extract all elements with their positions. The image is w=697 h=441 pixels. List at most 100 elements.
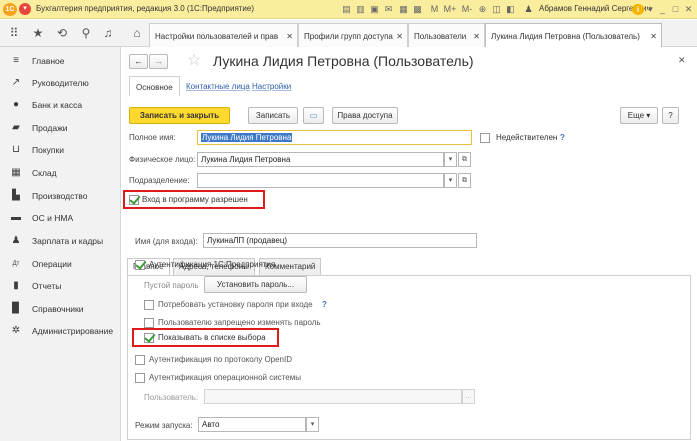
sidebar-item-reports[interactable]: ▮ Отчеты bbox=[0, 276, 121, 298]
main-menu-icon[interactable]: ▾ bbox=[19, 3, 31, 15]
invalid-checkbox[interactable] bbox=[480, 133, 490, 143]
launch-mode-select[interactable]: Авто bbox=[198, 417, 306, 432]
settings-link[interactable]: Настройки bbox=[252, 82, 291, 91]
comment-icon[interactable]: ▭ bbox=[303, 107, 324, 124]
sidebar-item-label: Справочники bbox=[32, 304, 84, 314]
info-icon[interactable]: i bbox=[632, 4, 644, 15]
memory-plus-button[interactable]: M+ bbox=[443, 4, 457, 15]
close-tab-icon[interactable]: ✕ bbox=[473, 32, 480, 41]
sidebar-item-operations[interactable]: Дт Операции bbox=[0, 254, 121, 276]
memory-minus-button[interactable]: M- bbox=[461, 4, 473, 15]
user-icon: ♟ bbox=[524, 4, 533, 14]
sidebar-item-sales[interactable]: ▰ Продажи bbox=[0, 118, 121, 140]
person-dropdown-icon[interactable]: ▾ bbox=[444, 152, 457, 167]
auth-1c-checkbox[interactable] bbox=[135, 260, 145, 270]
forward-button[interactable]: → bbox=[149, 54, 168, 69]
bag-icon: ▰ bbox=[12, 122, 20, 133]
auth-openid-checkbox[interactable] bbox=[135, 355, 145, 365]
close-icon[interactable]: ✕ bbox=[683, 4, 694, 15]
sidebar-item-production[interactable]: ▙ Производство bbox=[0, 186, 121, 208]
person-field[interactable]: Лукина Лидия Петровна bbox=[197, 152, 444, 167]
login-allowed-checkbox[interactable] bbox=[129, 195, 139, 205]
sidebar-item-label: Администрирование bbox=[32, 326, 114, 336]
invalid-label: Недействителен bbox=[496, 133, 558, 142]
set-password-button[interactable]: Установить пароль... bbox=[204, 276, 307, 293]
tab-access-profiles[interactable]: Профили групп доступа ✕ bbox=[298, 23, 408, 47]
require-password-checkbox[interactable] bbox=[144, 300, 154, 310]
close-tab-icon[interactable]: ✕ bbox=[286, 32, 293, 41]
dropdown-icon[interactable]: ▾ bbox=[645, 4, 656, 15]
tab-user-settings[interactable]: Настройки пользователей и прав ✕ bbox=[149, 23, 298, 47]
back-button[interactable]: ← bbox=[129, 54, 148, 69]
sidebar-item-bank[interactable]: ● Банк и касса bbox=[0, 95, 121, 117]
save-icon[interactable]: ▣ bbox=[369, 4, 380, 15]
calendar-icon[interactable]: ▦ bbox=[398, 4, 409, 15]
memory-m-button[interactable]: M bbox=[430, 4, 439, 15]
save-and-close-button[interactable]: Записать и закрыть bbox=[129, 107, 230, 124]
close-tab-icon[interactable]: ✕ bbox=[396, 32, 403, 41]
login-name-field[interactable]: ЛукинаЛП (продавец) bbox=[203, 233, 477, 248]
cart-icon: ⊔ bbox=[12, 144, 20, 155]
launch-mode-dropdown-icon[interactable]: ▾ bbox=[306, 417, 319, 432]
launch-mode-label: Режим запуска: bbox=[135, 421, 193, 430]
sidebar-item-catalogs[interactable]: ▉ Справочники bbox=[0, 299, 121, 321]
person-open-icon[interactable]: ⧉ bbox=[458, 152, 471, 167]
contacts-link[interactable]: Контактные лица bbox=[186, 82, 250, 91]
favorites-icon[interactable]: ★ bbox=[29, 25, 47, 41]
sidebar-item-label: Руководителю bbox=[32, 78, 89, 88]
division-field[interactable] bbox=[197, 173, 444, 188]
zoom-icon[interactable]: ⊕ bbox=[477, 4, 488, 15]
factory-icon: ▙ bbox=[12, 190, 20, 201]
open-windows-bar: ⠿ ★ ⟲ ⚲ ♫ ⌂ Настройки пользователей и пр… bbox=[0, 20, 697, 48]
show-in-list-label: Показывать в списке выбора bbox=[158, 333, 266, 342]
warehouse-icon: ▦ bbox=[11, 167, 21, 178]
mail-icon[interactable]: ✉ bbox=[383, 4, 394, 15]
close-form-icon[interactable]: ✕ bbox=[678, 55, 686, 66]
require-password-help-icon[interactable]: ? bbox=[322, 300, 327, 309]
tab-user-card[interactable]: Лукина Лидия Петровна (Пользователь) ✕ bbox=[485, 23, 662, 48]
user-form: ← → ☆ Лукина Лидия Петровна (Пользовател… bbox=[122, 47, 697, 441]
sidebar-item-manager[interactable]: ↗ Руководителю bbox=[0, 73, 121, 95]
help-button[interactable]: ? bbox=[662, 107, 679, 124]
division-open-icon[interactable]: ⧉ bbox=[458, 173, 471, 188]
window-icon[interactable]: ◫ bbox=[491, 4, 502, 15]
show-in-list-checkbox[interactable] bbox=[144, 333, 154, 343]
tab-main[interactable]: Основное bbox=[129, 76, 180, 96]
tab-users[interactable]: Пользователи ✕ bbox=[408, 23, 485, 47]
more-label: Еще bbox=[627, 111, 645, 120]
sidebar-item-salary[interactable]: ♟ Зарплата и кадры bbox=[0, 231, 121, 253]
sidebar-item-warehouse[interactable]: ▦ Склад bbox=[0, 163, 121, 185]
sidebar-item-label: Операции bbox=[32, 259, 72, 269]
sidebar-item-main[interactable]: ≡ Главное bbox=[0, 51, 121, 73]
preview-icon[interactable]: ▥ bbox=[355, 4, 366, 15]
access-rights-button[interactable]: Права доступа bbox=[332, 107, 398, 124]
os-user-select-icon[interactable]: … bbox=[462, 389, 475, 404]
calculator-icon[interactable]: ▩ bbox=[412, 4, 423, 15]
minimize-icon[interactable]: _ bbox=[657, 4, 668, 15]
auth-os-checkbox[interactable] bbox=[135, 373, 145, 383]
auth-1c-label: Аутентификация 1С:Предприятия bbox=[149, 260, 276, 269]
print-icon[interactable]: ▤ bbox=[341, 4, 352, 15]
person-label: Физическое лицо: bbox=[129, 155, 196, 164]
close-tab-icon[interactable]: ✕ bbox=[650, 32, 657, 41]
sidebar-item-fixed-assets[interactable]: ▬ ОС и НМА bbox=[0, 208, 121, 230]
maximize-icon[interactable]: □ bbox=[670, 4, 681, 15]
home-icon[interactable]: ⌂ bbox=[128, 25, 146, 41]
more-button[interactable]: Еще ▾ bbox=[620, 107, 658, 124]
search-icon[interactable]: ⚲ bbox=[77, 25, 95, 41]
help-icon[interactable]: ? bbox=[560, 133, 565, 142]
history-icon[interactable]: ⟲ bbox=[53, 25, 71, 41]
apps-grid-icon[interactable]: ⠿ bbox=[5, 25, 23, 41]
sidebar-item-admin[interactable]: ✲ Администрирование bbox=[0, 321, 121, 343]
favorite-star-icon[interactable]: ☆ bbox=[187, 50, 201, 70]
notifications-icon[interactable]: ♫ bbox=[99, 25, 117, 41]
panel-icon[interactable]: ◧ bbox=[505, 4, 516, 15]
os-user-field[interactable] bbox=[204, 389, 462, 404]
deny-change-checkbox[interactable] bbox=[144, 318, 154, 328]
division-dropdown-icon[interactable]: ▾ bbox=[444, 173, 457, 188]
sidebar-item-label: Зарплата и кадры bbox=[32, 236, 104, 246]
save-button[interactable]: Записать bbox=[248, 107, 298, 124]
login-name-label: Имя (для входа): bbox=[135, 237, 198, 246]
full-name-field[interactable]: Лукина Лидия Петровна bbox=[197, 130, 472, 145]
sidebar-item-purchases[interactable]: ⊔ Покупки bbox=[0, 140, 121, 162]
